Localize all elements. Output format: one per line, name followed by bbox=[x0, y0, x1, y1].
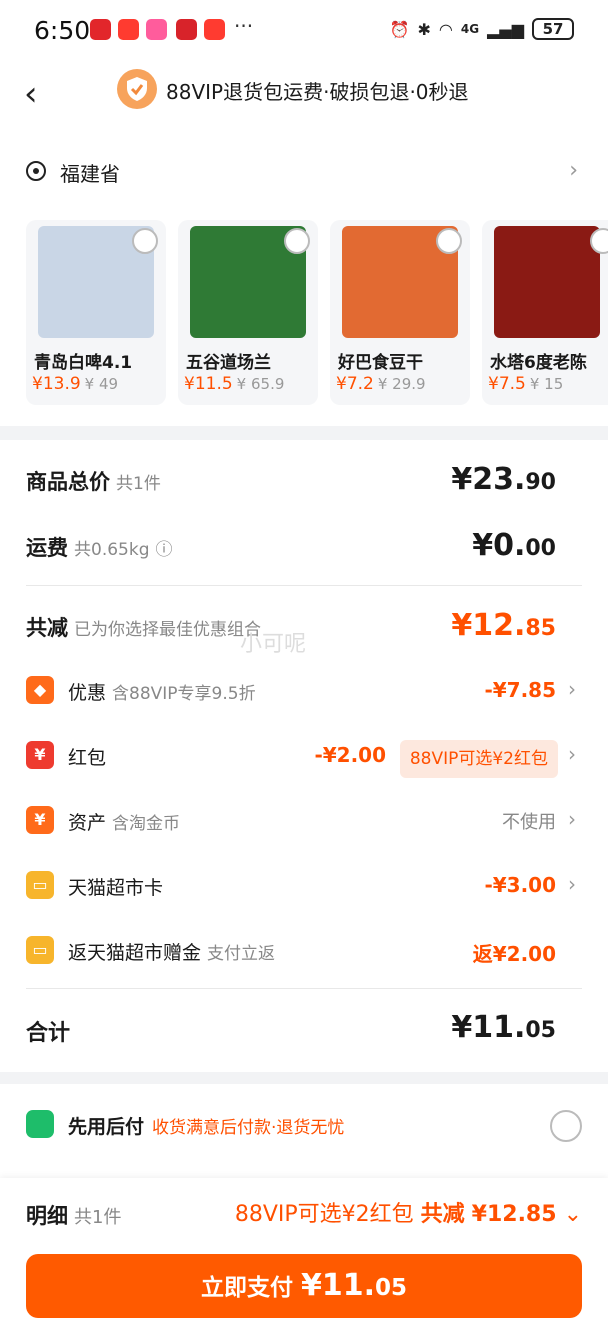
goods-total-amount: ¥23.90 bbox=[451, 462, 556, 497]
back-icon[interactable]: ‹ bbox=[24, 74, 38, 114]
product-select-checkbox[interactable] bbox=[436, 228, 462, 254]
address-products-card: 福建省 › 青岛白啤4.1 ¥13.9 ¥ 49 五谷道场兰 ¥11.5 ¥ 65.… bbox=[0, 136, 608, 426]
reduction-label: 共减 已为你选择最佳优惠组合 bbox=[26, 616, 261, 640]
more-notifications-icon: ··· bbox=[234, 14, 254, 38]
tmall-card-label: 天猫超市卡 bbox=[68, 877, 164, 899]
notification-app-icon bbox=[118, 19, 139, 40]
product-select-checkbox[interactable] bbox=[132, 228, 158, 254]
divider bbox=[26, 988, 582, 989]
discount-label: 优惠 含88VIP专享9.5折 bbox=[68, 682, 256, 704]
bluetooth-icon: ✱ bbox=[417, 19, 431, 39]
chevron-right-icon[interactable]: › bbox=[568, 872, 576, 896]
payment-method-card: 先用后付 收货满意后付款·退货无忧 bbox=[0, 1084, 608, 1184]
page-title: 88VIP退货包运费·破损包退·0秒退 bbox=[166, 80, 469, 104]
bottom-bar: 明细 共1件 88VIP可选¥2红包 共减 ¥12.85 ⌄ 立即支付 ¥11.0… bbox=[0, 1178, 608, 1344]
signal-icon: ▂▄▆ bbox=[487, 19, 524, 39]
asset-icon: ¥ bbox=[26, 806, 54, 834]
rebate-label: 返天猫超市赠金 支付立返 bbox=[68, 942, 276, 964]
product-price: ¥7.5 ¥ 15 bbox=[488, 374, 564, 394]
red-packet-icon: ¥ bbox=[26, 741, 54, 769]
status-bar: 6:50 ··· ⏰ ✱ ◠ 4G ▂▄▆ 57 bbox=[0, 0, 608, 62]
rebate-value: 返¥2.00 bbox=[472, 942, 556, 966]
product-price: ¥7.2 ¥ 29.9 bbox=[336, 374, 426, 394]
help-icon[interactable]: ⓘ bbox=[156, 540, 173, 560]
discount-value: -¥7.85 bbox=[484, 678, 556, 702]
divider bbox=[26, 585, 582, 586]
product-name: 青岛白啤4.1 bbox=[34, 353, 133, 373]
shipping-amount: ¥0.00 bbox=[472, 528, 556, 563]
pay-later-label: 先用后付 收货满意后付款·退货无忧 bbox=[68, 1116, 345, 1138]
product-price: ¥13.9 ¥ 49 bbox=[32, 374, 119, 394]
watermark: 小可呢 bbox=[240, 632, 307, 657]
pay-later-radio[interactable] bbox=[550, 1110, 582, 1142]
chevron-right-icon[interactable]: › bbox=[569, 158, 578, 183]
detail-label[interactable]: 明细 共1件 bbox=[26, 1200, 121, 1230]
notification-app-icon bbox=[204, 19, 225, 40]
network-label: 4G bbox=[460, 22, 480, 36]
total-label: 合计 bbox=[26, 1021, 71, 1046]
red-packet-tag[interactable]: 88VIP可选¥2红包 bbox=[399, 740, 558, 778]
battery-icon: 57 bbox=[532, 18, 574, 40]
status-icons: ⏰ ✱ ◠ 4G ▂▄▆ 57 bbox=[390, 18, 574, 40]
product-select-checkbox[interactable] bbox=[284, 228, 310, 254]
notification-app-icon bbox=[90, 19, 111, 40]
product-name: 水塔6度老陈 bbox=[490, 353, 587, 373]
product-card[interactable]: 五谷道场兰 ¥11.5 ¥ 65.9 bbox=[178, 220, 318, 405]
asset-label: 资产 含淘金币 bbox=[68, 812, 181, 834]
location-icon bbox=[26, 161, 46, 181]
status-time: 6:50 bbox=[34, 16, 91, 45]
wifi-icon: ◠ bbox=[438, 19, 453, 39]
page-header: ‹ 88VIP退货包运费·破损包退·0秒退 bbox=[0, 62, 608, 136]
chevron-down-icon[interactable]: ⌄ bbox=[564, 1202, 582, 1227]
address-text[interactable]: 福建省 bbox=[60, 158, 120, 187]
shipping-label: 运费 共0.65kg ⓘ bbox=[26, 536, 173, 560]
red-packet-label: 红包 bbox=[68, 747, 107, 769]
product-name: 五谷道场兰 bbox=[186, 353, 271, 373]
card-icon: ▭ bbox=[26, 936, 54, 964]
card-icon: ▭ bbox=[26, 871, 54, 899]
pay-later-icon bbox=[26, 1110, 54, 1138]
order-summary-card: 商品总价 共1件 ¥23.90 运费 共0.65kg ⓘ ¥0.00 共减 已为你选择最… bbox=[0, 440, 608, 1072]
notification-app-icon bbox=[176, 19, 197, 40]
chevron-right-icon[interactable]: › bbox=[568, 677, 576, 701]
alarm-icon: ⏰ bbox=[389, 19, 410, 39]
discount-tag-icon: ◆ bbox=[26, 676, 54, 704]
chevron-right-icon[interactable]: › bbox=[568, 742, 576, 766]
product-price: ¥11.5 ¥ 65.9 bbox=[184, 374, 285, 394]
asset-value: 不使用 bbox=[502, 812, 556, 833]
pay-now-button[interactable]: 立即支付 ¥11.05 bbox=[26, 1254, 582, 1318]
chevron-right-icon[interactable]: › bbox=[568, 807, 576, 831]
product-image bbox=[494, 226, 600, 338]
product-card[interactable]: 好巴食豆干 ¥7.2 ¥ 29.9 bbox=[330, 220, 470, 405]
product-card[interactable]: 水塔6度老陈 ¥7.5 ¥ 15 bbox=[482, 220, 608, 405]
product-card[interactable]: 青岛白啤4.1 ¥13.9 ¥ 49 bbox=[26, 220, 166, 405]
tmall-card-value: -¥3.00 bbox=[484, 873, 556, 897]
bottom-promo[interactable]: 88VIP可选¥2红包 共减 ¥12.85 ⌄ bbox=[235, 1196, 582, 1228]
red-packet-value: -¥2.00 bbox=[314, 743, 386, 767]
goods-total-label: 商品总价 共1件 bbox=[26, 470, 161, 494]
shield-icon bbox=[117, 69, 157, 109]
reduction-amount: ¥12.85 bbox=[451, 608, 556, 643]
notification-app-icon bbox=[146, 19, 167, 40]
total-amount: ¥11.05 bbox=[451, 1010, 556, 1045]
product-name: 好巴食豆干 bbox=[338, 353, 423, 373]
